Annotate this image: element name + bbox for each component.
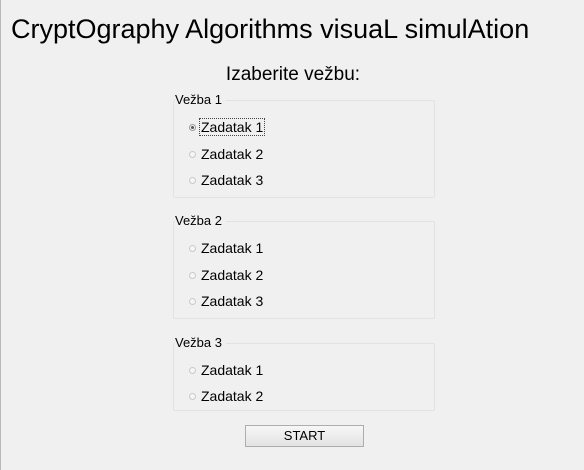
radio-label[interactable]: Zadatak 2 — [199, 266, 265, 284]
radio-unchecked-icon[interactable] — [189, 392, 196, 400]
radio-unchecked-icon[interactable] — [189, 176, 196, 184]
radio-unchecked-icon[interactable] — [189, 244, 196, 252]
group-legend: Vežba 1 — [175, 92, 226, 108]
radio-label[interactable]: Zadatak 2 — [199, 145, 265, 163]
radio-checked-icon[interactable] — [189, 123, 196, 131]
radio-label[interactable]: Zadatak 1 — [199, 361, 265, 379]
radio-vezba1-zadatak1[interactable]: Zadatak 1 — [189, 118, 266, 136]
radio-unchecked-icon[interactable] — [189, 271, 196, 279]
radio-unchecked-icon[interactable] — [189, 366, 196, 374]
exercise-group-1: Vežba 1 Zadatak 1 Zadatak 2 Zadatak 3 — [173, 92, 435, 198]
radio-vezba1-zadatak3[interactable]: Zadatak 3 — [189, 171, 265, 189]
radio-vezba2-zadatak3[interactable]: Zadatak 3 — [189, 292, 265, 310]
exercise-group-2: Vežba 2 Zadatak 1 Zadatak 2 Zadatak 3 — [173, 213, 435, 319]
exercise-prompt: Izaberite vežbu: — [225, 64, 361, 85]
radio-label[interactable]: Zadatak 1 — [199, 118, 266, 136]
radio-label[interactable]: Zadatak 1 — [199, 239, 265, 257]
app-title: CryptOgraphy Algorithms visuaL simulAtio… — [11, 14, 530, 44]
app-window: CryptOgraphy Algorithms visuaL simulAtio… — [0, 0, 584, 470]
radio-label[interactable]: Zadatak 3 — [199, 171, 265, 189]
start-button[interactable]: START — [245, 425, 364, 447]
group-legend: Vežba 2 — [175, 213, 226, 229]
radio-vezba3-zadatak1[interactable]: Zadatak 1 — [189, 361, 265, 379]
radio-label[interactable]: Zadatak 3 — [199, 292, 265, 310]
group-legend: Vežba 3 — [175, 335, 226, 351]
radio-unchecked-icon[interactable] — [189, 297, 196, 305]
radio-unchecked-icon[interactable] — [189, 150, 196, 158]
radio-label[interactable]: Zadatak 2 — [199, 387, 265, 405]
radio-vezba3-zadatak2[interactable]: Zadatak 2 — [189, 387, 265, 405]
radio-vezba1-zadatak2[interactable]: Zadatak 2 — [189, 145, 265, 163]
radio-vezba2-zadatak2[interactable]: Zadatak 2 — [189, 266, 265, 284]
radio-vezba2-zadatak1[interactable]: Zadatak 1 — [189, 239, 265, 257]
exercise-group-3: Vežba 3 Zadatak 1 Zadatak 2 — [173, 335, 435, 411]
